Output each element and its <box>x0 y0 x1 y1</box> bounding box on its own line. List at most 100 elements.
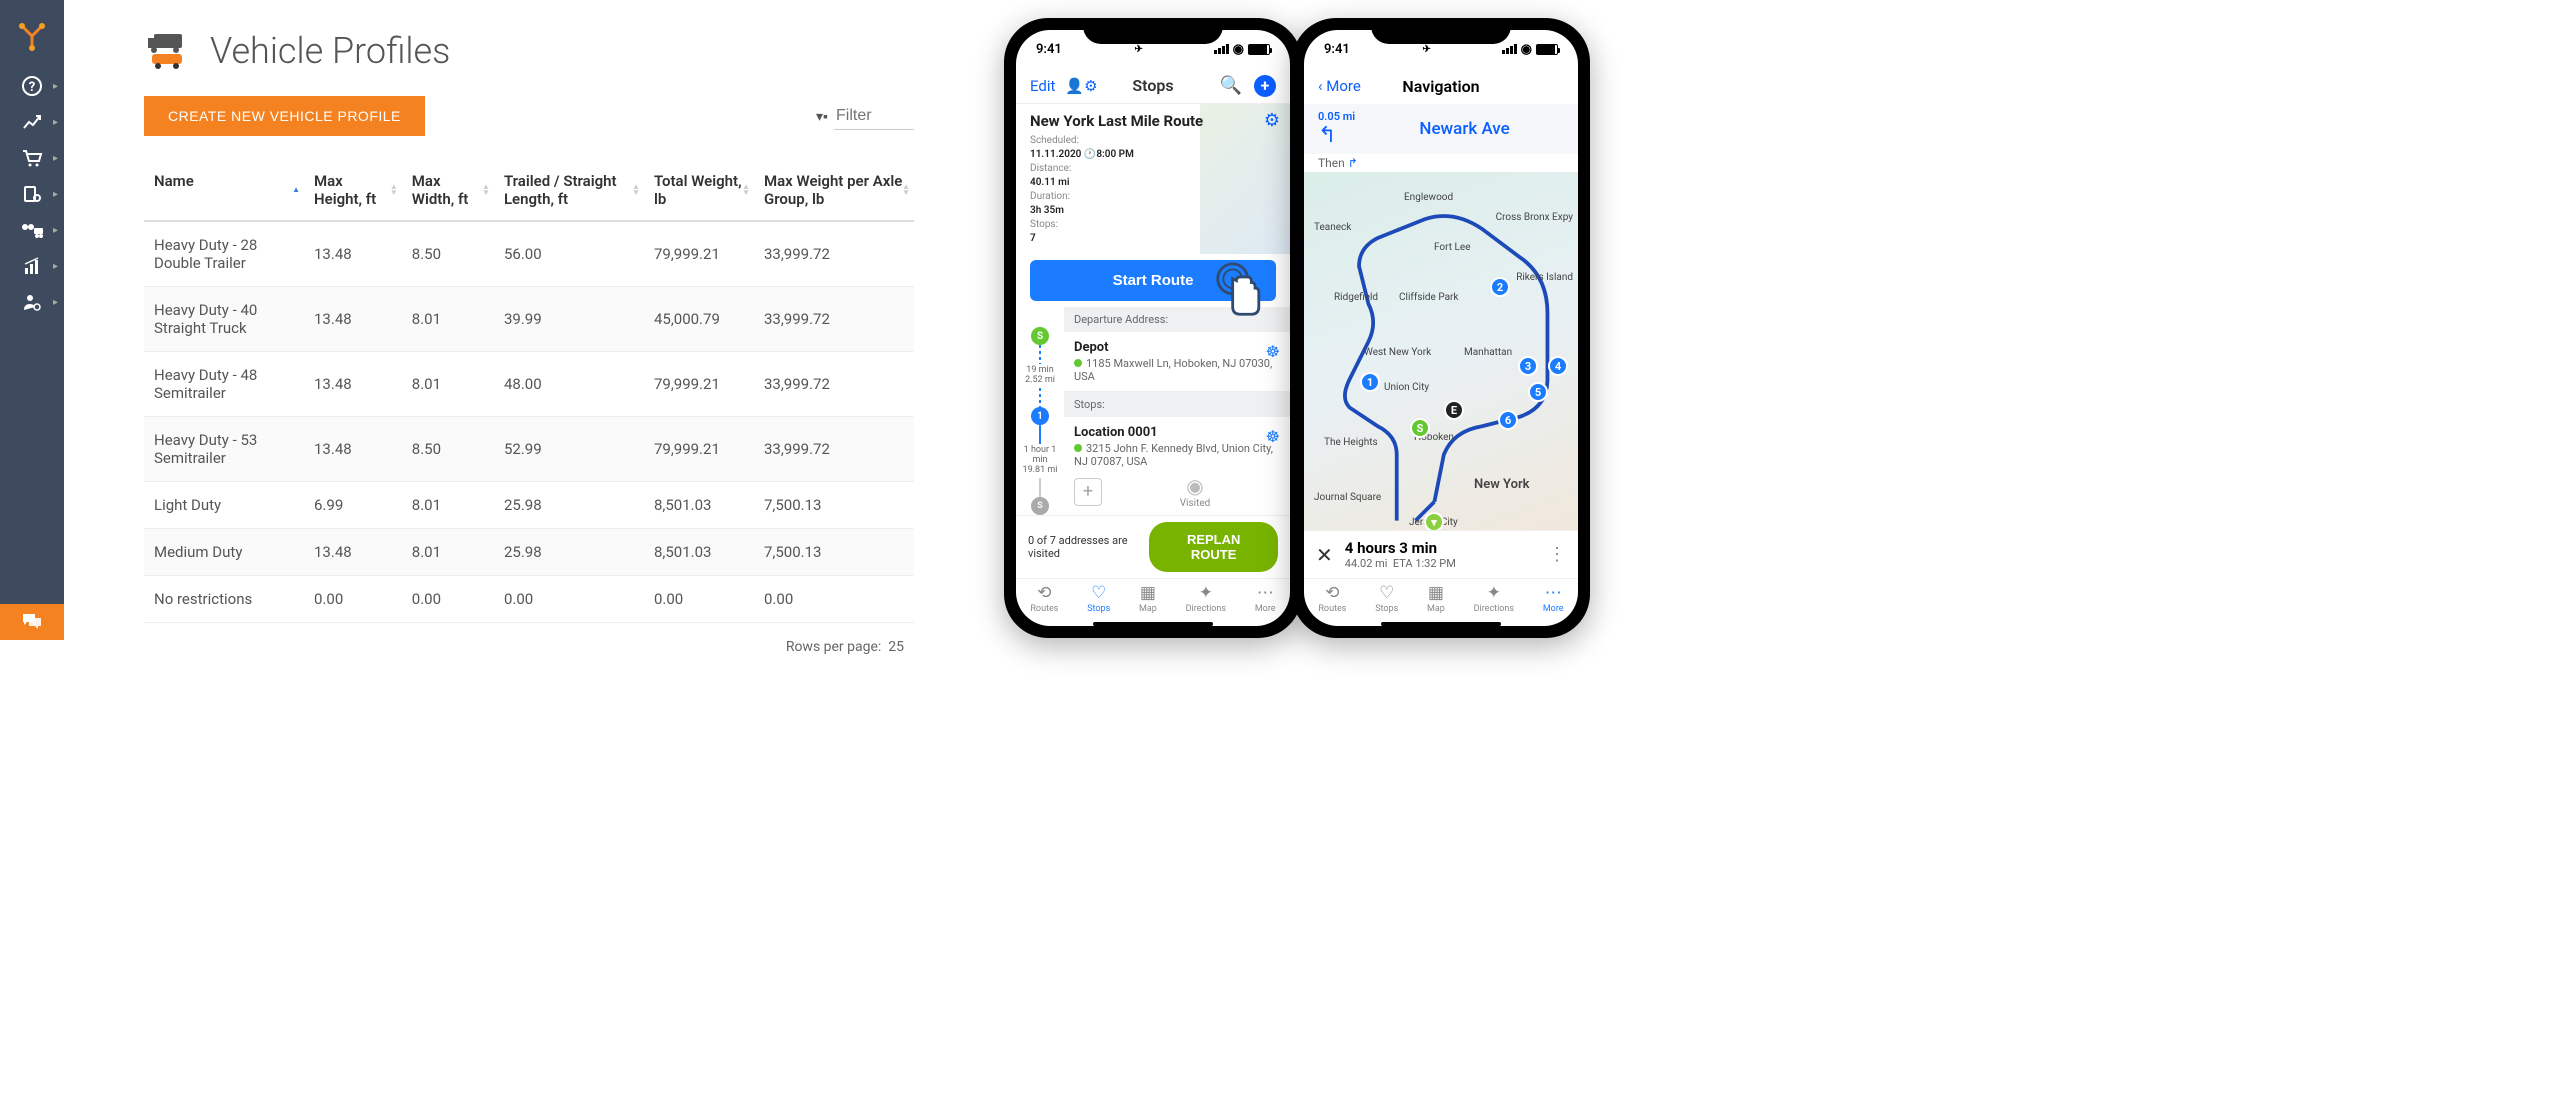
table-row[interactable]: Heavy Duty - 53 Semitrailer13.488.5052.9… <box>144 417 914 482</box>
navigate-icon[interactable]: ☸ <box>1266 427 1280 446</box>
search-icon[interactable]: 🔍 <box>1220 75 1242 96</box>
map-pin-3[interactable]: 3 <box>1518 356 1538 376</box>
phone-tab-bar: ⟲Routes ♡Stops ▦Map ✦Directions ⋯More <box>1304 578 1578 620</box>
map-pin-end[interactable]: E <box>1444 400 1464 420</box>
stops-list: Departure Address: Depot 1185 Maxwell Ln… <box>1064 307 1290 515</box>
col-max-height[interactable]: Max Height, ft▲▼ <box>304 160 402 221</box>
add-note-button[interactable]: + <box>1074 478 1102 506</box>
filter-box: ▾▪ <box>816 103 914 130</box>
account-icon[interactable]: 👤⚙ <box>1065 77 1097 95</box>
home-indicator <box>1093 622 1213 626</box>
sidebar-item-orders[interactable]: ▸ <box>0 140 64 176</box>
map-label: Manhattan <box>1464 347 1512 358</box>
sidebar-chat-button[interactable] <box>0 604 64 640</box>
table-row[interactable]: Medium Duty13.488.0125.988,501.037,500.1… <box>144 529 914 576</box>
depot-card[interactable]: Depot 1185 Maxwell Ln, Hoboken, NJ 07030… <box>1064 332 1290 392</box>
svg-text:?: ? <box>29 80 35 95</box>
map-pin-5[interactable]: 5 <box>1528 382 1548 402</box>
sidebar-item-fleet[interactable]: ▸ <box>0 212 64 248</box>
tab-map[interactable]: ▦Map <box>1139 583 1157 614</box>
stops-icon: ♡ <box>1379 583 1394 603</box>
tab-routes[interactable]: ⟲Routes <box>1318 583 1346 614</box>
col-name[interactable]: Name▲ <box>144 160 304 221</box>
filter-input[interactable] <box>834 103 914 130</box>
map-label: Journal Square <box>1314 492 1381 503</box>
timeline-end-dot: S <box>1031 497 1049 515</box>
table-row[interactable]: Light Duty6.998.0125.988,501.037,500.13 <box>144 482 914 529</box>
navigation-map[interactable]: Englewood Teaneck Fort Lee Ridgefield Cl… <box>1304 172 1578 530</box>
routes-icon: ⟲ <box>1325 583 1339 603</box>
chat-icon <box>21 612 43 632</box>
table-row[interactable]: No restrictions0.000.000.000.000.00 <box>144 576 914 623</box>
stops-section-label: Stops: <box>1064 392 1290 417</box>
stop-card-1[interactable]: Location 0001 3215 John F. Kennedy Blvd,… <box>1064 417 1290 515</box>
map-pin-1[interactable]: 1 <box>1360 372 1380 392</box>
table-row[interactable]: Heavy Duty - 48 Semitrailer13.488.0148.0… <box>144 352 914 417</box>
map-label: West New York <box>1364 347 1431 358</box>
route-header: New York Last Mile Route Scheduled: 11.1… <box>1016 104 1290 254</box>
turn-right-icon: ↱ <box>1348 156 1358 170</box>
replan-route-button[interactable]: REPLAN ROUTE <box>1149 522 1278 572</box>
navigate-icon[interactable]: ☸ <box>1266 342 1280 361</box>
sidebar: ?▸ ▸ ▸ ▸ ▸ ▸ ▸ <box>0 0 64 640</box>
phone-mockups: 9:41✈ ◉ Edit 👤⚙ Stops <box>1004 18 1590 638</box>
create-vehicle-profile-button[interactable]: CREATE NEW VEHICLE PROFILE <box>144 96 425 136</box>
page-title: Vehicle Profiles <box>210 30 450 72</box>
direction-bar: 0.05 mi ↰ Newark Ave <box>1304 104 1578 154</box>
map-pin-4[interactable]: 4 <box>1548 356 1568 376</box>
timeline-start-dot: S <box>1031 327 1049 345</box>
col-length[interactable]: Trailed / Straight Length, ft▲▼ <box>494 160 644 221</box>
table-row[interactable]: Heavy Duty - 40 Straight Truck13.488.013… <box>144 287 914 352</box>
sidebar-item-analytics[interactable]: ▸ <box>0 104 64 140</box>
phone-nav-bar: Edit 👤⚙ Stops 🔍 + <box>1016 68 1290 104</box>
more-icon: ⋯ <box>1545 583 1562 603</box>
add-button[interactable]: + <box>1254 75 1276 97</box>
sidebar-item-reports[interactable]: ▸ <box>0 248 64 284</box>
nav-menu-button[interactable]: ⋮ <box>1548 544 1566 565</box>
map-pin-6[interactable]: 6 <box>1498 410 1518 430</box>
map-pin-start[interactable]: S <box>1410 418 1430 438</box>
close-navigation-button[interactable]: ✕ <box>1316 543 1333 567</box>
map-pin-2[interactable]: 2 <box>1490 277 1510 297</box>
route-title: New York Last Mile Route <box>1030 112 1203 130</box>
col-axle-weight[interactable]: Max Weight per Axle Group, lb▲▼ <box>754 160 914 221</box>
sidebar-item-help[interactable]: ?▸ <box>0 68 64 104</box>
map-label: Englewood <box>1404 192 1453 203</box>
then-row: Then ↱ <box>1304 154 1578 172</box>
col-total-weight[interactable]: Total Weight, lb▲▼ <box>644 160 754 221</box>
chart-icon <box>22 256 42 276</box>
edit-button[interactable]: Edit <box>1030 77 1055 95</box>
vehicles-icon <box>144 32 194 70</box>
rows-per-page-select[interactable]: 25 <box>888 639 904 655</box>
routes-icon: ⟲ <box>1037 583 1051 603</box>
fingerprint-icon[interactable]: ◉ <box>1110 474 1280 498</box>
departure-section-label: Departure Address: <box>1064 307 1290 332</box>
start-route-button[interactable]: Start Route <box>1030 260 1276 301</box>
map-label: Fort Lee <box>1434 242 1471 253</box>
back-button[interactable]: ‹ More <box>1318 77 1361 95</box>
phone-tab-bar: ⟲Routes ♡Stops ▦Map ✦Directions ⋯More <box>1016 578 1290 620</box>
wifi-icon: ◉ <box>1521 42 1532 57</box>
sidebar-item-users[interactable]: ▸ <box>0 284 64 320</box>
signal-icon <box>1214 44 1229 54</box>
tab-more[interactable]: ⋯More <box>1255 583 1276 614</box>
tab-stops[interactable]: ♡Stops <box>1087 583 1110 614</box>
tab-map[interactable]: ▦Map <box>1427 583 1445 614</box>
col-max-width[interactable]: Max Width, ft▲▼ <box>402 160 494 221</box>
map-current-location[interactable]: ▾ <box>1424 512 1444 530</box>
route-settings-icon[interactable]: ⚙ <box>1264 110 1280 131</box>
tab-directions[interactable]: ✦Directions <box>1474 583 1514 614</box>
phone-navigation: 9:41✈ ◉ ‹ More Navigation <box>1292 18 1590 638</box>
table-row[interactable]: Heavy Duty - 28 Double Trailer13.488.505… <box>144 221 914 287</box>
map-label: Rikers Island <box>1516 272 1573 283</box>
route-footer: 0 of 7 addresses are visited REPLAN ROUT… <box>1016 515 1290 578</box>
tab-routes[interactable]: ⟲Routes <box>1030 583 1058 614</box>
tab-directions[interactable]: ✦Directions <box>1186 583 1226 614</box>
map-label: Union City <box>1384 382 1429 393</box>
battery-icon <box>1248 44 1270 55</box>
sidebar-item-addresses[interactable]: ▸ <box>0 176 64 212</box>
map-label: The Heights <box>1324 437 1378 448</box>
tab-more[interactable]: ⋯More <box>1543 583 1564 614</box>
tab-stops[interactable]: ♡Stops <box>1375 583 1398 614</box>
more-icon: ⋯ <box>1257 583 1274 603</box>
